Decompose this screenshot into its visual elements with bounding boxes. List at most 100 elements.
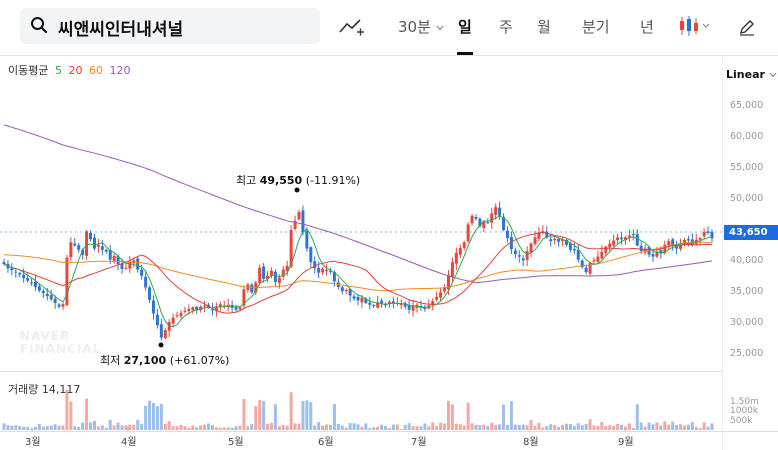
candle-body	[65, 257, 69, 306]
volume-bar	[659, 425, 663, 430]
candle-body	[612, 240, 616, 246]
low-value: 27,100	[123, 354, 167, 367]
candle-body	[77, 245, 81, 250]
candle-body	[399, 304, 403, 306]
candle-body	[89, 232, 93, 240]
volume-bar	[301, 401, 305, 430]
volume-bar	[112, 425, 116, 430]
y-tick-label: 40,000	[730, 254, 764, 266]
volume-bar	[356, 424, 360, 430]
volume-bar	[439, 422, 443, 430]
volume-bar	[686, 424, 690, 430]
low-label: 최저	[100, 354, 121, 367]
candle-body	[627, 235, 631, 238]
y-tick-label: 55,000	[730, 162, 764, 174]
volume-bar	[140, 423, 144, 430]
candle-body	[572, 248, 576, 251]
candle-body	[576, 249, 580, 260]
volume-bar	[403, 424, 407, 430]
price-chart[interactable]	[0, 56, 722, 431]
line-chart-add-icon[interactable]	[339, 17, 365, 37]
tab-month[interactable]: 월	[537, 16, 551, 37]
volume-bar	[679, 424, 683, 430]
candle-body	[702, 231, 706, 237]
candle-body	[120, 263, 124, 269]
volume-bar	[18, 426, 22, 430]
volume-bar	[250, 423, 254, 430]
tab-week[interactable]: 주	[499, 16, 513, 37]
volume-bar	[348, 423, 352, 430]
volume-bar	[69, 401, 73, 430]
scale-mode-label: Linear	[726, 68, 765, 81]
volume-bar	[128, 424, 132, 430]
y-tick-label: 25,000	[730, 347, 764, 359]
volume-bar	[57, 425, 61, 430]
candle-body	[104, 249, 108, 252]
volume-bar	[144, 405, 148, 430]
volume-tick-1000k: 1000k	[730, 406, 759, 416]
volume-bar	[419, 426, 423, 430]
volume-bar	[191, 425, 195, 430]
candle-body	[490, 213, 494, 223]
volume-bar	[525, 425, 529, 430]
candle-body	[155, 314, 159, 326]
volume-bar	[258, 400, 262, 430]
candle-body	[604, 246, 608, 253]
x-tick-label: 3월	[25, 437, 41, 448]
scale-mode-select[interactable]: Linear	[726, 68, 777, 81]
volume-bar	[81, 422, 85, 430]
candle-body	[2, 262, 6, 264]
volume-bar	[321, 425, 325, 430]
search-box[interactable]: 씨앤씨인터내셔널	[20, 8, 320, 44]
tab-day[interactable]: 일	[458, 16, 472, 37]
volume-bar	[494, 424, 498, 430]
candlestick-icon[interactable]	[678, 15, 710, 37]
candle-body	[635, 234, 639, 246]
candle-body	[140, 269, 144, 276]
volume-bar	[458, 424, 462, 430]
search-query[interactable]: 씨앤씨인터내셔널	[58, 15, 183, 40]
pencil-icon[interactable]	[738, 17, 756, 36]
candle-body	[706, 231, 710, 234]
candle-body	[305, 230, 309, 249]
volume-bar	[336, 423, 340, 430]
candle-body	[73, 243, 77, 246]
y-tick-label: 35,000	[730, 285, 764, 297]
volume-bar	[325, 424, 329, 430]
tab-year[interactable]: 년	[640, 16, 654, 37]
current-price-tag: 43,650	[724, 225, 778, 240]
volume-bar	[568, 424, 572, 430]
candle-body	[498, 207, 502, 216]
volume-bar	[443, 423, 447, 430]
volume-bar	[627, 423, 631, 430]
candle-body	[639, 245, 643, 252]
candle-body	[356, 296, 360, 301]
volume-bar	[77, 426, 81, 430]
volume-bar	[466, 402, 470, 430]
volume-bar	[376, 426, 380, 430]
volume-bar	[572, 425, 576, 430]
candle-body	[620, 237, 624, 240]
top-toolbar: 씨앤씨인터내셔널 30분 일 주 월 분기 년	[0, 0, 778, 56]
search-icon[interactable]	[30, 16, 48, 38]
interval-select[interactable]: 30분	[398, 16, 444, 37]
volume-bar	[352, 423, 356, 430]
volume-bar	[104, 427, 108, 430]
candle-body	[470, 215, 474, 224]
volume-bar	[623, 426, 627, 430]
volume-bar	[647, 422, 651, 430]
volume-bar	[502, 404, 506, 430]
volume-bar	[277, 426, 281, 430]
volume-bar	[553, 424, 557, 430]
tab-quarter[interactable]: 분기	[582, 16, 610, 37]
volume-bar	[387, 427, 391, 430]
volume-bar	[427, 426, 431, 430]
volume-bar	[360, 426, 364, 430]
volume-bar	[706, 426, 710, 430]
volume-bar	[226, 427, 230, 430]
volume-bar	[10, 425, 14, 430]
volume-bar	[517, 424, 521, 430]
volume-bar	[207, 423, 211, 430]
volume-bar	[6, 425, 10, 430]
candle-body	[30, 282, 34, 284]
